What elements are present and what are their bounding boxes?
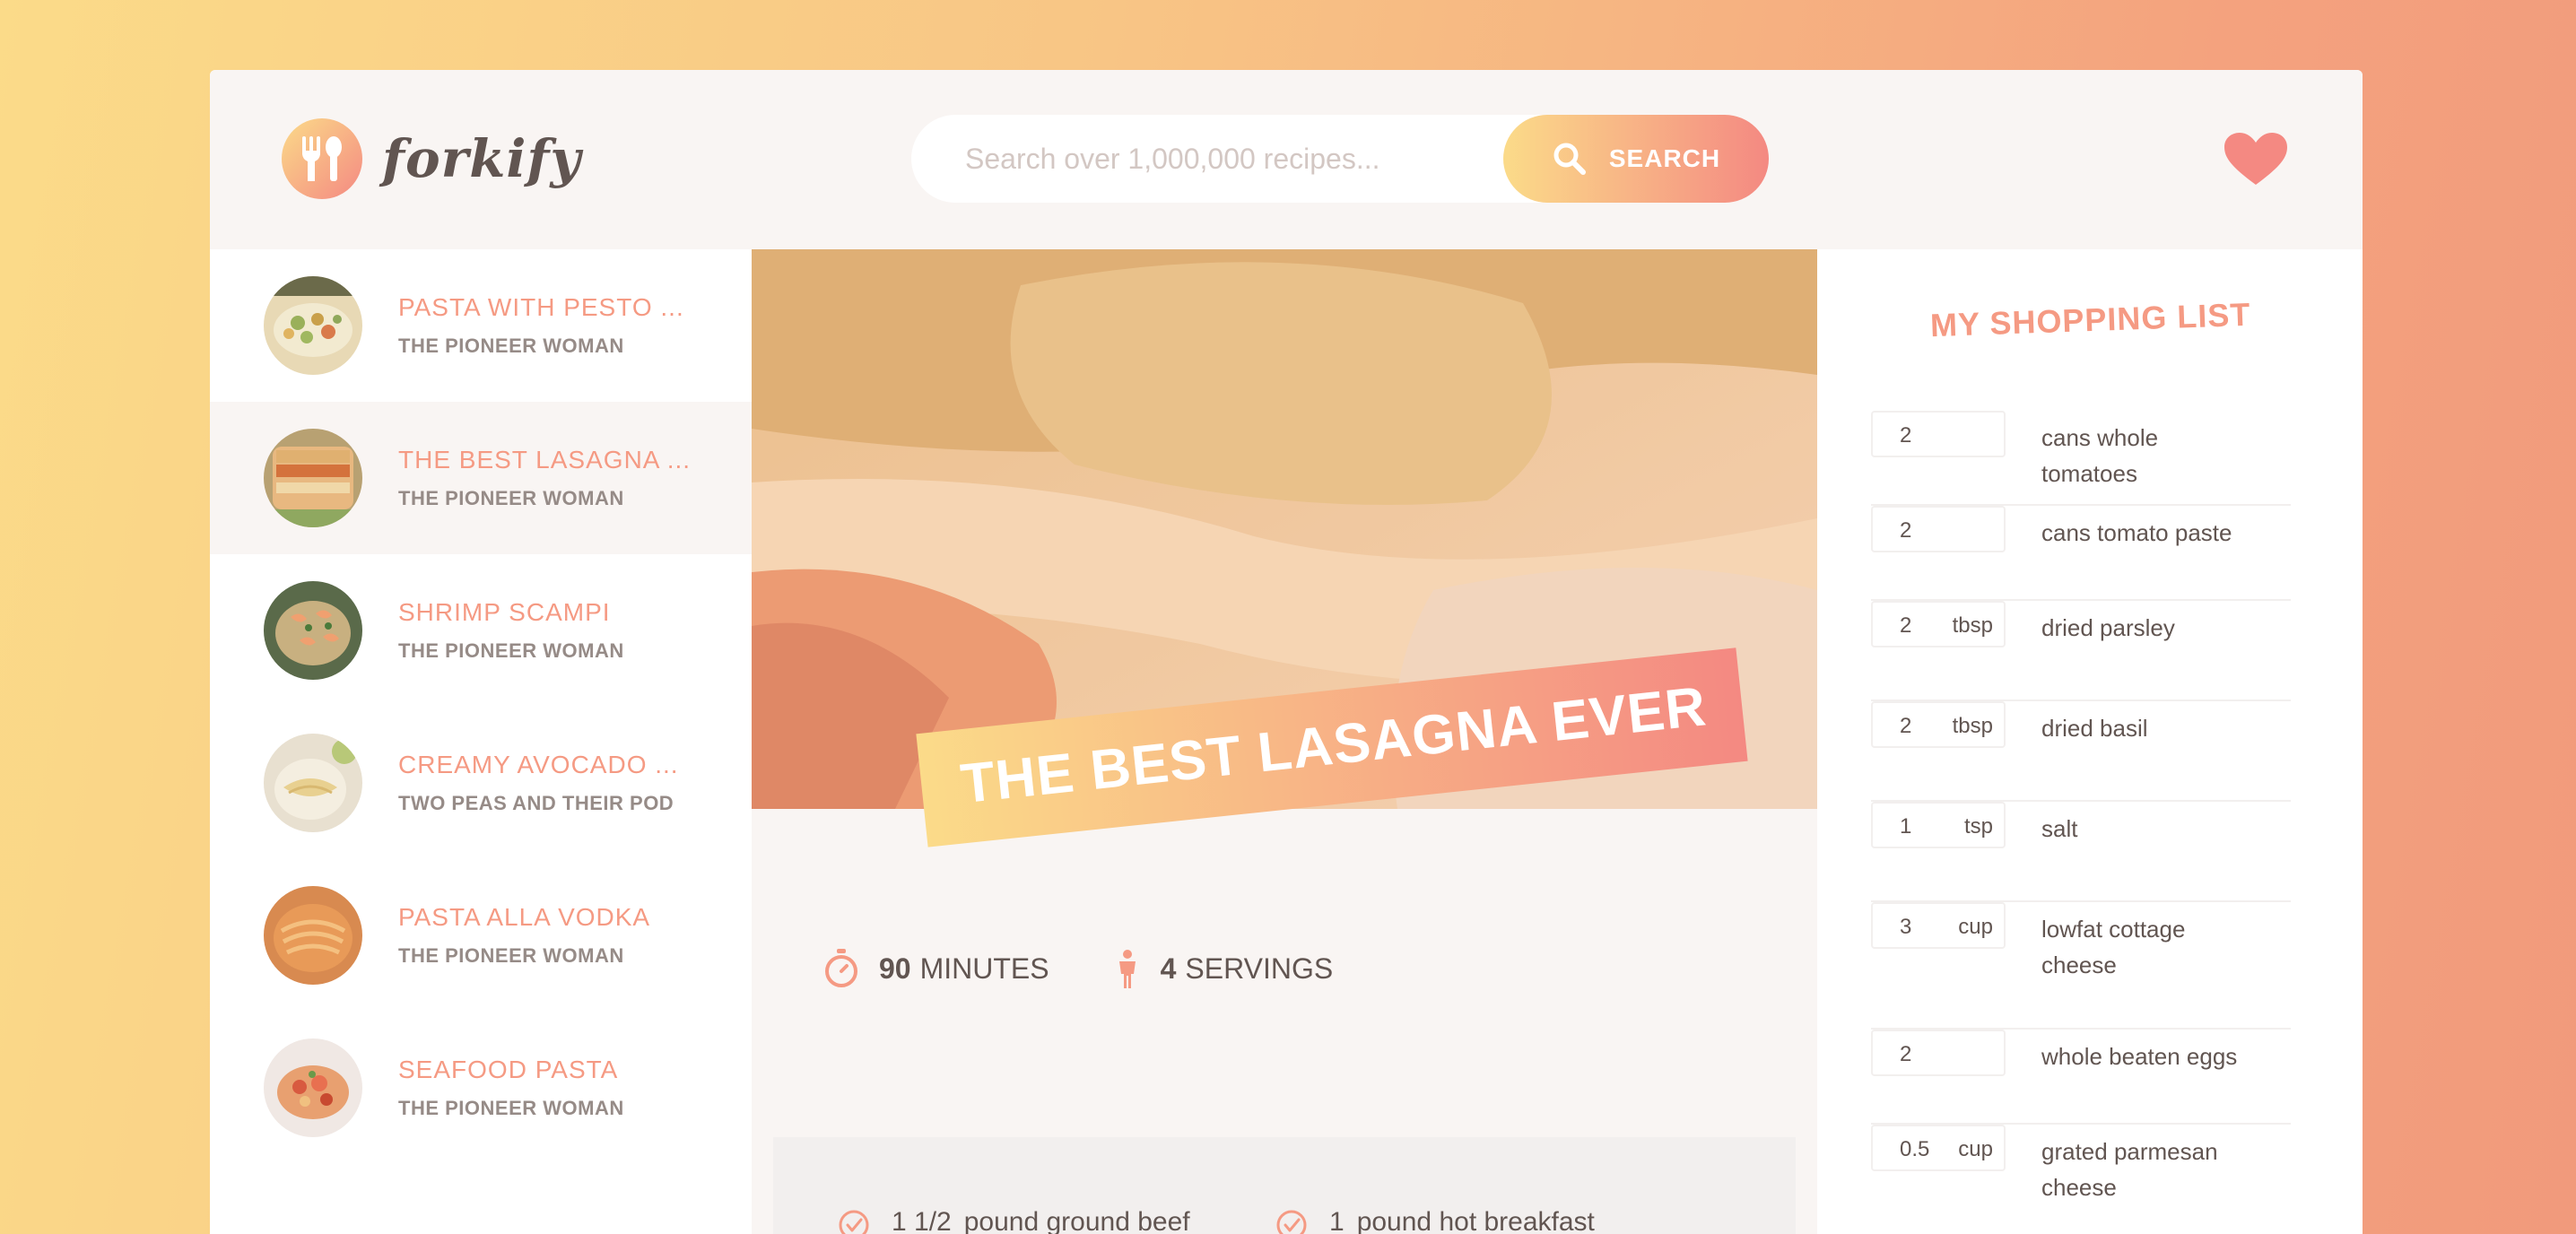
result-item[interactable]: CREAMY AVOCADO ... TWO PEAS AND THEIR PO… xyxy=(210,707,752,859)
result-author: THE PIONEER WOMAN xyxy=(398,487,624,509)
result-thumbnail xyxy=(264,581,362,680)
ingredient-text: pound hot breakfast xyxy=(1356,1207,1595,1234)
result-title: PASTA WITH PESTO ... xyxy=(398,293,684,321)
shopping-item: 2 cans tomato paste xyxy=(1871,506,2291,601)
shopping-item-count[interactable]: 2 tbsp xyxy=(1871,601,2006,647)
search-form: SEARCH xyxy=(911,115,1769,203)
shopping-list-title: MY SHOPPING LIST xyxy=(1929,295,2251,344)
shopping-item-count[interactable]: 0.5 cup xyxy=(1871,1125,2006,1171)
shopping-item: 3 cup lowfat cottage cheese xyxy=(1871,902,2291,1030)
header: forkify SEARCH xyxy=(210,70,2363,249)
shopping-item-description: salt xyxy=(2041,815,2078,842)
recipe-servings: 4 SERVINGS xyxy=(1114,949,1334,988)
recipe-servings-label: SERVINGS xyxy=(1185,952,1334,985)
result-thumbnail xyxy=(264,886,362,985)
app-window: forkify SEARCH xyxy=(210,70,2363,1234)
result-title: THE BEST LASAGNA ... xyxy=(398,446,692,474)
result-item[interactable]: PASTA ALLA VODKA THE PIONEER WOMAN xyxy=(210,859,752,1012)
shopping-item-description: cans tomato paste xyxy=(2041,519,2232,546)
result-thumbnail xyxy=(264,276,362,375)
shopping-item: 2 tbsp dried parsley xyxy=(1871,601,2291,701)
logo-text: forkify xyxy=(382,128,582,189)
search-icon xyxy=(1553,143,1586,175)
search-input[interactable] xyxy=(965,142,1467,176)
shopping-item-count[interactable]: 2 xyxy=(1871,506,2006,552)
result-thumbnail xyxy=(264,429,362,527)
shopping-item-count[interactable]: 1 tsp xyxy=(1871,802,2006,848)
results-list: PASTA WITH PESTO ... THE PIONEER WOMAN T… xyxy=(210,249,752,1234)
result-title: PASTA ALLA VODKA xyxy=(398,903,651,931)
shopping-list: MY SHOPPING LIST 2 cans whole tomatoes 2… xyxy=(1817,249,2363,1234)
recipe-details: 90 MINUTES 4 SERVINGS xyxy=(823,949,1747,988)
shopping-item-description: dried parsley xyxy=(2041,614,2175,641)
ingredients-list: 1 1/2 pound ground beef 1 pound hot brea… xyxy=(773,1137,1796,1234)
check-icon xyxy=(1276,1210,1307,1234)
shopping-item-description: cans whole tomatoes xyxy=(2041,424,2159,487)
result-thumbnail xyxy=(264,1038,362,1137)
result-author: THE PIONEER WOMAN xyxy=(398,1097,624,1119)
logo[interactable]: forkify xyxy=(282,118,581,199)
result-item-active[interactable]: THE BEST LASAGNA ... THE PIONEER WOMAN xyxy=(210,402,752,554)
shopping-item-count[interactable]: 2 tbsp xyxy=(1871,701,2006,748)
result-title: SEAFOOD PASTA xyxy=(398,1056,619,1083)
shopping-item-description: dried basil xyxy=(2041,715,2148,742)
recipe-minutes: 90 xyxy=(879,952,911,985)
shopping-item-count[interactable]: 2 xyxy=(1871,1030,2006,1076)
result-author: TWO PEAS AND THEIR POD xyxy=(398,792,674,814)
shopping-item: 1 tsp salt xyxy=(1871,802,2291,902)
recipe-servings-count: 4 xyxy=(1160,952,1177,985)
shopping-item: 0.5 cup grated parmesan cheese xyxy=(1871,1125,2291,1234)
result-author: THE PIONEER WOMAN xyxy=(398,639,624,662)
result-title: SHRIMP SCAMPI xyxy=(398,598,611,626)
stopwatch-icon xyxy=(825,949,857,987)
result-item[interactable]: SHRIMP SCAMPI THE PIONEER WOMAN xyxy=(210,554,752,707)
shopping-item: 2 tbsp dried basil xyxy=(1871,701,2291,802)
result-author: THE PIONEER WOMAN xyxy=(398,335,624,357)
shopping-item-count[interactable]: 2 xyxy=(1871,411,2006,457)
search-button[interactable]: SEARCH xyxy=(1503,115,1769,203)
result-item[interactable]: PASTA WITH PESTO ... THE PIONEER WOMAN xyxy=(210,249,752,402)
result-thumbnail xyxy=(264,734,362,832)
result-title: CREAMY AVOCADO ... xyxy=(398,751,679,778)
shopping-item: 2 whole beaten eggs xyxy=(1871,1030,2291,1125)
shopping-item-description: lowfat cottage cheese xyxy=(2041,916,2186,978)
result-item[interactable]: SEAFOOD PASTA THE PIONEER WOMAN xyxy=(210,1012,752,1164)
search-button-label: SEARCH xyxy=(1608,144,1721,172)
likes-heart-icon[interactable] xyxy=(2224,133,2287,187)
shopping-item-description: grated parmesan cheese xyxy=(2041,1138,2218,1201)
recipe-minutes-label: MINUTES xyxy=(919,952,1049,985)
shopping-item-count[interactable]: 3 cup xyxy=(1871,902,2006,949)
ingredient-quantity: 1 1/2 xyxy=(892,1207,952,1234)
ingredient-text: pound ground beef xyxy=(963,1207,1190,1234)
person-icon xyxy=(1118,950,1136,988)
recipe-duration: 90 MINUTES xyxy=(823,949,1049,988)
shopping-item: 2 cans whole tomatoes xyxy=(1871,411,2291,506)
check-icon xyxy=(839,1210,869,1234)
ingredient-item: 1 1/2 pound ground beef xyxy=(838,1207,1190,1234)
ingredient-quantity: 1 xyxy=(1329,1207,1345,1234)
shopping-item-description: whole beaten eggs xyxy=(2041,1043,2238,1070)
ingredient-item: 1 pound hot breakfast sausage xyxy=(1275,1207,1595,1234)
result-author: THE PIONEER WOMAN xyxy=(398,944,624,967)
recipe-panel: THE BEST LASAGNA EVER 90 MINUTES 4 SERVI… xyxy=(752,249,1954,1234)
fork-spoon-icon xyxy=(282,118,362,199)
